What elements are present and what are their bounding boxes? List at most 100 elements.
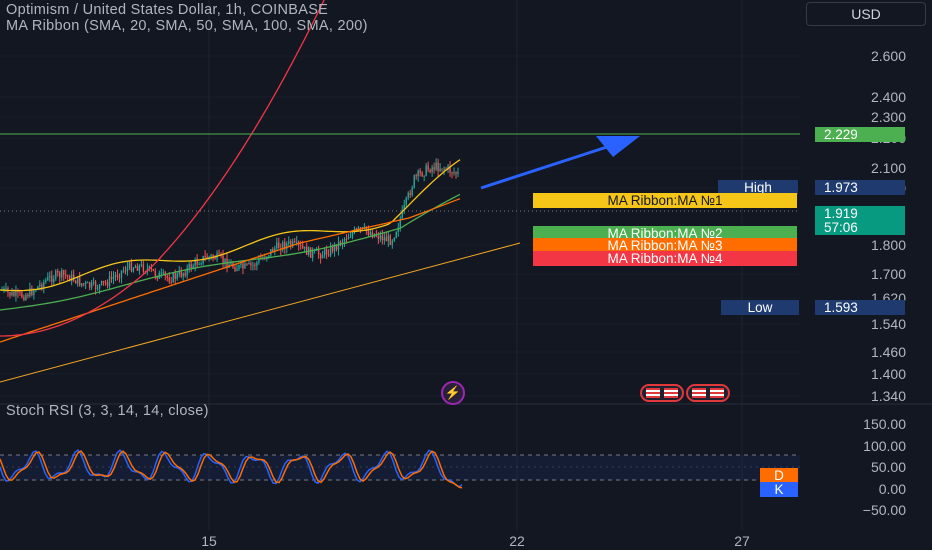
candle-body [325, 249, 328, 255]
candle-body [409, 193, 411, 195]
candle-body [214, 257, 216, 260]
candle-body [367, 231, 370, 235]
candle-body [389, 235, 392, 245]
stoch-tick-label: 50.00 [871, 459, 906, 475]
candle-body [136, 266, 139, 271]
candle-body [57, 270, 59, 273]
candle-body [218, 253, 220, 255]
candle-body [222, 255, 224, 263]
trendline[interactable] [0, 242, 521, 383]
candle-body [248, 263, 250, 265]
candle-body [134, 266, 137, 268]
candle-body [387, 235, 390, 242]
candle-body [288, 241, 290, 244]
candle-body [152, 269, 155, 271]
candle-body [254, 264, 256, 266]
forecast-arrow[interactable] [480, 136, 640, 190]
candle-body [240, 263, 242, 266]
candle-body [112, 276, 115, 279]
stoch-tick-label: 100.00 [863, 438, 906, 454]
candle-body [78, 277, 81, 286]
candle-body [331, 246, 334, 252]
price-tick-label: 2.300 [871, 109, 906, 125]
stoch-tick-label: 150.00 [863, 416, 906, 432]
candle-body [357, 227, 360, 229]
candle-body [70, 274, 73, 282]
candle-body [351, 232, 354, 237]
candle-body [90, 282, 93, 288]
high-value: 1.973 [815, 180, 905, 195]
candle-body [182, 273, 184, 277]
candle-body [311, 250, 314, 258]
candle-body [41, 284, 43, 289]
candle-body [45, 280, 47, 283]
candle-body [425, 165, 427, 176]
candle-body [174, 273, 176, 279]
candle-body [345, 238, 348, 240]
stoch-rsi-title[interactable]: Stoch RSI (3, 3, 14, 14, close) [6, 403, 209, 419]
candle-body [323, 249, 326, 256]
candle-body [451, 172, 453, 174]
ma1-line[interactable] [0, 159, 461, 292]
candle-body [393, 237, 395, 241]
candle-countdown: 57:06 [815, 220, 905, 235]
candle-body [407, 193, 409, 198]
candle-body [309, 247, 312, 258]
candle-body [278, 242, 280, 249]
candle-body [305, 246, 308, 256]
candle-body [385, 237, 388, 242]
candle-body [224, 258, 226, 263]
candle-body [303, 246, 306, 249]
low-value: 1.593 [815, 300, 905, 315]
candle-body [413, 175, 415, 188]
ma4-label: MA Ribbon:MA №4 [533, 251, 797, 266]
price-tick-label: 1.700 [871, 266, 906, 282]
candle-body [421, 172, 423, 177]
candle-body [63, 270, 65, 275]
stoch-tick-label: 0.00 [879, 481, 906, 497]
candle-body [294, 241, 296, 243]
candle-body [25, 294, 27, 300]
candle-body [379, 235, 382, 239]
candle-body [210, 255, 212, 257]
candle-body [180, 271, 182, 277]
candle-body [290, 241, 292, 246]
lightning-icon[interactable]: ⚡ [441, 381, 465, 405]
candle-body [53, 278, 55, 282]
candle-body [11, 292, 13, 296]
candle-body [377, 236, 380, 239]
candle-body [431, 167, 433, 173]
candle-body [126, 267, 129, 272]
candle-body [59, 272, 61, 278]
candle-body [244, 263, 246, 269]
candle-body [381, 235, 384, 241]
candle-body [120, 270, 123, 278]
candle-body [108, 276, 111, 286]
candle-body [76, 277, 79, 284]
candle-body [383, 237, 386, 241]
candle-body [439, 168, 441, 171]
candle-body [138, 265, 141, 271]
candle-body [321, 255, 324, 259]
candle-body [349, 236, 352, 238]
candle-body [122, 270, 125, 272]
stoch-k-label: K [760, 482, 798, 497]
candle-body [457, 171, 459, 174]
candle-body [170, 281, 172, 283]
us-flag-icon[interactable] [686, 384, 730, 402]
candle-body [417, 170, 419, 177]
target-price-tag: 2.229 [815, 127, 905, 142]
candle-body [168, 277, 170, 282]
currency-selector[interactable]: USD [806, 2, 926, 26]
candle-body [100, 280, 103, 285]
candle-body [5, 287, 7, 289]
indicator-title[interactable]: MA Ribbon (SMA, 20, SMA, 50, SMA, 100, S… [6, 18, 368, 34]
symbol-title[interactable]: Optimism / United States Dollar, 1h, COI… [6, 2, 328, 18]
us-flag-icon[interactable] [640, 384, 684, 402]
time-tick-label: 15 [201, 533, 217, 549]
candle-body [102, 280, 105, 283]
candle-body [427, 165, 429, 170]
candle-body [128, 262, 131, 268]
candle-body [47, 276, 49, 281]
candle-body [319, 254, 322, 259]
